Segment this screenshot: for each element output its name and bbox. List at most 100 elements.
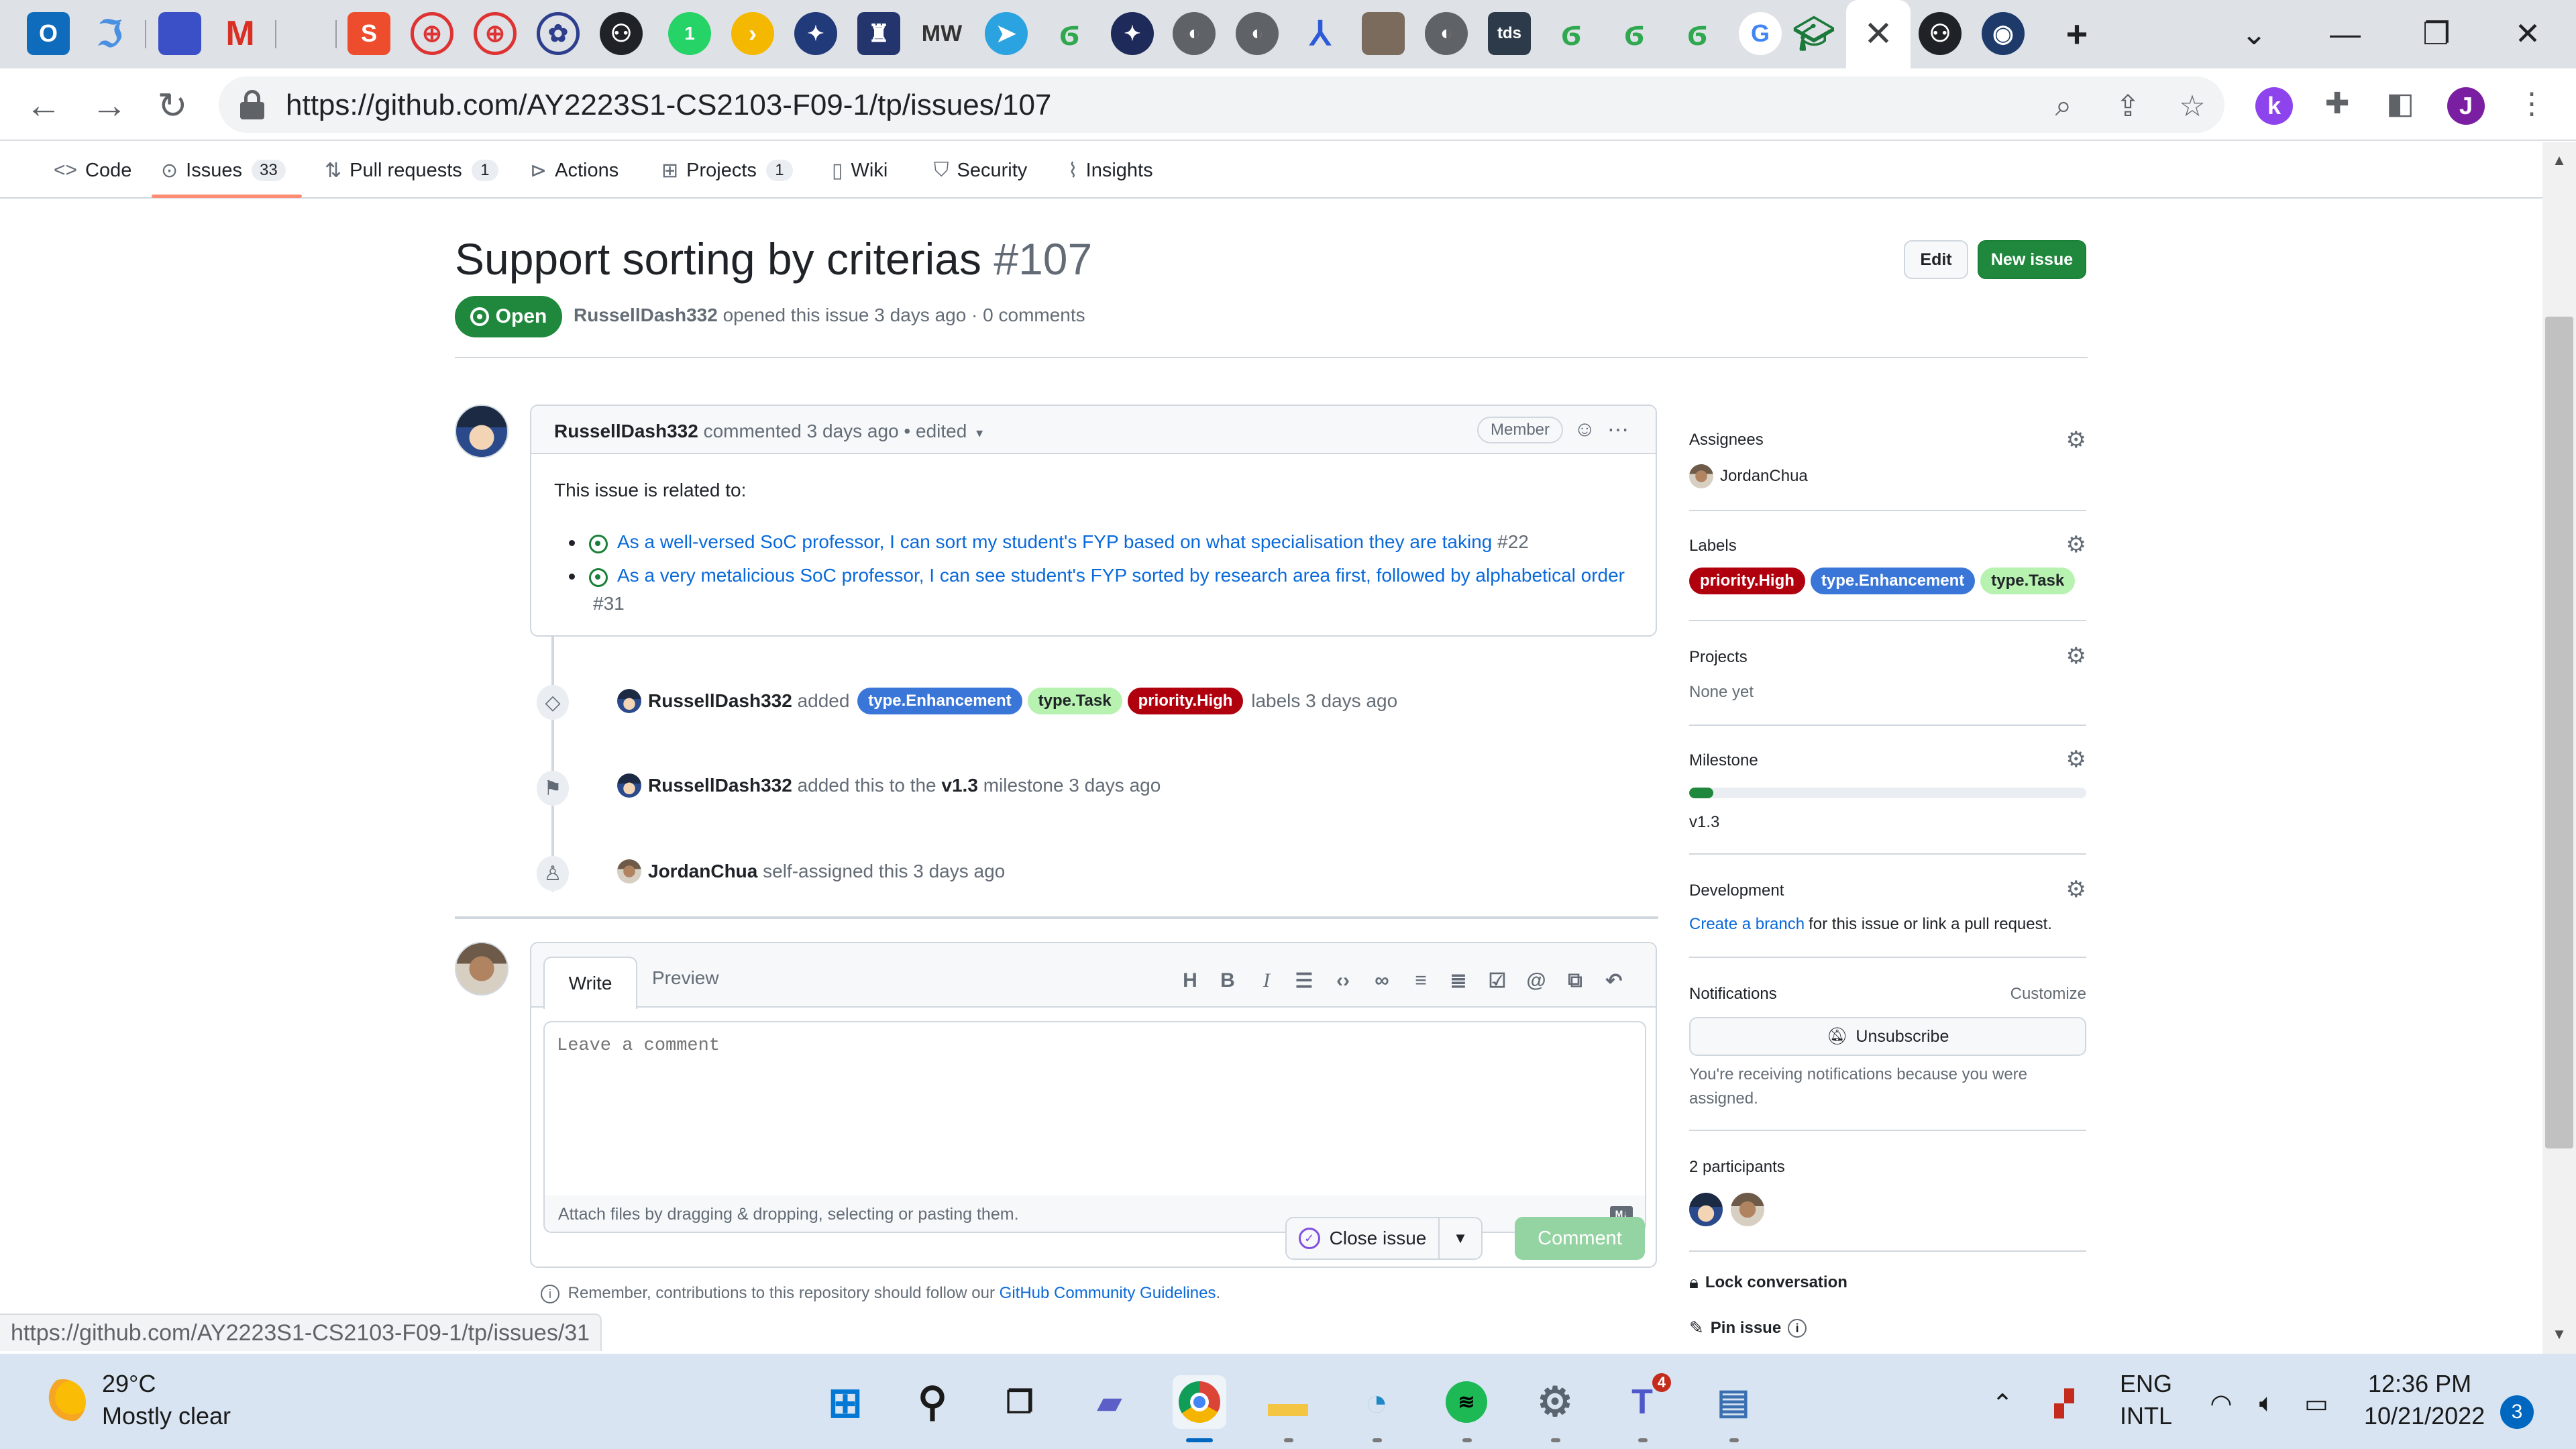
tab-wiki[interactable]: ▯ Wiki [832, 152, 888, 189]
mw-icon[interactable]: MW [920, 12, 963, 55]
milestone-link[interactable]: v1.3 [941, 775, 978, 796]
active-tab-close[interactable]: ✕ [1846, 0, 1911, 68]
issue-author-link[interactable]: RussellDash332 [574, 305, 718, 325]
avatar[interactable] [617, 859, 641, 883]
avatar[interactable] [1689, 1193, 1723, 1226]
tab-pull-requests[interactable]: ⇅ Pull requests 1 [325, 152, 498, 189]
issue-ref[interactable]: #31 [593, 593, 625, 614]
start-icon[interactable]: ⊞ [818, 1375, 872, 1429]
chrome-icon[interactable] [1173, 1375, 1226, 1429]
menu-kebab-icon[interactable]: ⋮ [2513, 85, 2551, 122]
label-pill[interactable]: type.Task [1027, 688, 1122, 714]
link-icon[interactable]: ∞ [1368, 967, 1395, 994]
telegram-icon[interactable]: ➤ [985, 12, 1028, 55]
label-pill[interactable]: type.Enhancement [1810, 568, 1976, 594]
side-panel-icon[interactable]: ◧ [2381, 85, 2419, 122]
globe-icon[interactable]: ◐ [1236, 12, 1279, 55]
tray-app-icon[interactable]: ▞ [2047, 1390, 2081, 1418]
search-tab-icon[interactable]: ◉ [1982, 12, 2025, 55]
avatar[interactable] [455, 405, 508, 458]
edge-icon[interactable]: ◔ [1350, 1375, 1403, 1429]
whatsapp-icon[interactable]: 1 [668, 12, 711, 55]
scroll-down-icon[interactable]: ▼ [2548, 1323, 2571, 1346]
tab-preview[interactable]: Preview [652, 967, 719, 989]
unsubscribe-button[interactable]: 🔕︎ Unsubscribe [1689, 1017, 2086, 1056]
tab-search-icon[interactable]: ⌄ [2214, 7, 2294, 60]
tab-code[interactable]: <> Code [54, 152, 131, 189]
language-indicator[interactable]: ENG [2120, 1370, 2172, 1398]
label-pill[interactable]: type.Enhancement [857, 688, 1022, 714]
ordered-list-icon[interactable]: ≣ [1445, 967, 1472, 994]
file-explorer-icon[interactable]: ▬ [1261, 1375, 1315, 1429]
milestone-link[interactable]: v1.3 [1689, 813, 1719, 832]
share-icon[interactable]: ⇪ [2109, 87, 2147, 125]
gear-icon[interactable]: ⚙ [2066, 427, 2086, 453]
avatar[interactable] [455, 942, 508, 996]
lock-icon[interactable] [239, 90, 266, 119]
italic-icon[interactable]: I [1253, 967, 1280, 994]
linear-icon[interactable]: ⅄ [1299, 12, 1342, 55]
wifi-icon[interactable]: ◠ [2204, 1390, 2238, 1418]
graduation-cap-icon[interactable]: 🎓︎ [1792, 12, 1835, 55]
comment-textarea[interactable] [543, 1021, 1646, 1197]
extensions-puzzle-icon[interactable]: ✚ [2318, 85, 2356, 122]
scroll-up-icon[interactable]: ▲ [2548, 149, 2571, 172]
assignee[interactable]: JordanChua [1689, 464, 1808, 488]
code-icon[interactable]: ‹› [1330, 967, 1356, 994]
weather-condition[interactable]: Mostly clear [102, 1402, 231, 1430]
edit-button[interactable]: Edit [1904, 240, 1968, 279]
customize-link[interactable]: Customize [2010, 985, 2086, 1004]
task-view-icon[interactable]: ❐ [993, 1375, 1046, 1429]
avatar[interactable] [617, 773, 641, 798]
bookmark-star-icon[interactable]: ☆ [2174, 87, 2211, 125]
unordered-list-icon[interactable]: ≡ [1407, 967, 1434, 994]
forward-icon[interactable]: → [86, 82, 133, 129]
translate-icon[interactable]: ℑ [89, 12, 131, 55]
event-actor[interactable]: RussellDash332 [648, 775, 792, 796]
guidelines-link[interactable]: GitHub Community Guidelines [1000, 1284, 1216, 1302]
heading-icon[interactable]: H [1177, 967, 1203, 994]
github-icon[interactable]: ⚇ [600, 12, 643, 55]
smiley-icon[interactable]: ☺ [1574, 417, 1596, 441]
restore-icon[interactable]: ❐ [2396, 7, 2477, 60]
scrollbar-thumb[interactable] [2545, 317, 2573, 1148]
comment-button[interactable]: Comment [1515, 1217, 1645, 1260]
teams-chat-icon[interactable]: ▰ [1083, 1375, 1136, 1429]
kebab-icon[interactable]: ⋯ [1607, 417, 1629, 442]
battery-icon[interactable]: ▭ [2300, 1390, 2333, 1418]
lensa-icon[interactable]: ⊕ [474, 12, 517, 55]
spotify-icon[interactable]: ≋ [1440, 1375, 1493, 1429]
clock-date[interactable]: 10/21/2022 [2364, 1402, 2485, 1430]
label-pill[interactable]: type.Task [1980, 568, 2076, 594]
label-pill[interactable]: priority.High [1689, 568, 1805, 594]
notepad-icon[interactable]: ▤ [1707, 1375, 1760, 1429]
docs-icon[interactable] [158, 12, 201, 55]
tab-insights[interactable]: ⌇ Insights [1068, 152, 1153, 189]
event-actor[interactable]: RussellDash332 [648, 690, 792, 712]
search-icon[interactable]: ⚲ [906, 1375, 959, 1429]
quote-icon[interactable]: ☰ [1291, 967, 1318, 994]
weather-moon-icon[interactable] [40, 1379, 86, 1425]
github-icon[interactable]: ⚇ [1919, 12, 1962, 55]
address-bar[interactable]: https://github.com/AY2223S1-CS2103-F09-1… [219, 76, 2224, 133]
leaf-icon[interactable]: ϭ [1550, 12, 1593, 55]
tds-icon[interactable]: tds [1488, 12, 1531, 55]
comment-meta[interactable]: commented 3 days ago • edited [704, 421, 967, 441]
weather-temperature[interactable]: 29°C [102, 1370, 156, 1398]
chess-icon[interactable]: ✦ [1111, 12, 1154, 55]
settings-gear-icon[interactable]: ⚙ [1528, 1375, 1582, 1429]
assignee-name[interactable]: JordanChua [1720, 467, 1808, 486]
wiki-icon[interactable]: ✦ [794, 12, 837, 55]
comment-author-link[interactable]: RussellDash332 [554, 421, 698, 441]
gear-icon[interactable]: ⚙ [2066, 531, 2086, 558]
globe-icon[interactable]: ◐ [1425, 12, 1468, 55]
extension-k-icon[interactable]: k [2255, 87, 2293, 125]
minimize-icon[interactable]: — [2305, 7, 2385, 60]
clock-time[interactable]: 12:36 PM [2368, 1370, 2471, 1398]
issue-ref[interactable]: #22 [1497, 531, 1529, 552]
label-pill[interactable]: priority.High [1127, 688, 1244, 714]
close-issue-dropdown[interactable]: ▼ [1438, 1217, 1483, 1260]
bold-icon[interactable]: B [1214, 967, 1241, 994]
globe-icon[interactable]: ◐ [1173, 12, 1216, 55]
gear-icon[interactable]: ⚙ [2066, 876, 2086, 903]
